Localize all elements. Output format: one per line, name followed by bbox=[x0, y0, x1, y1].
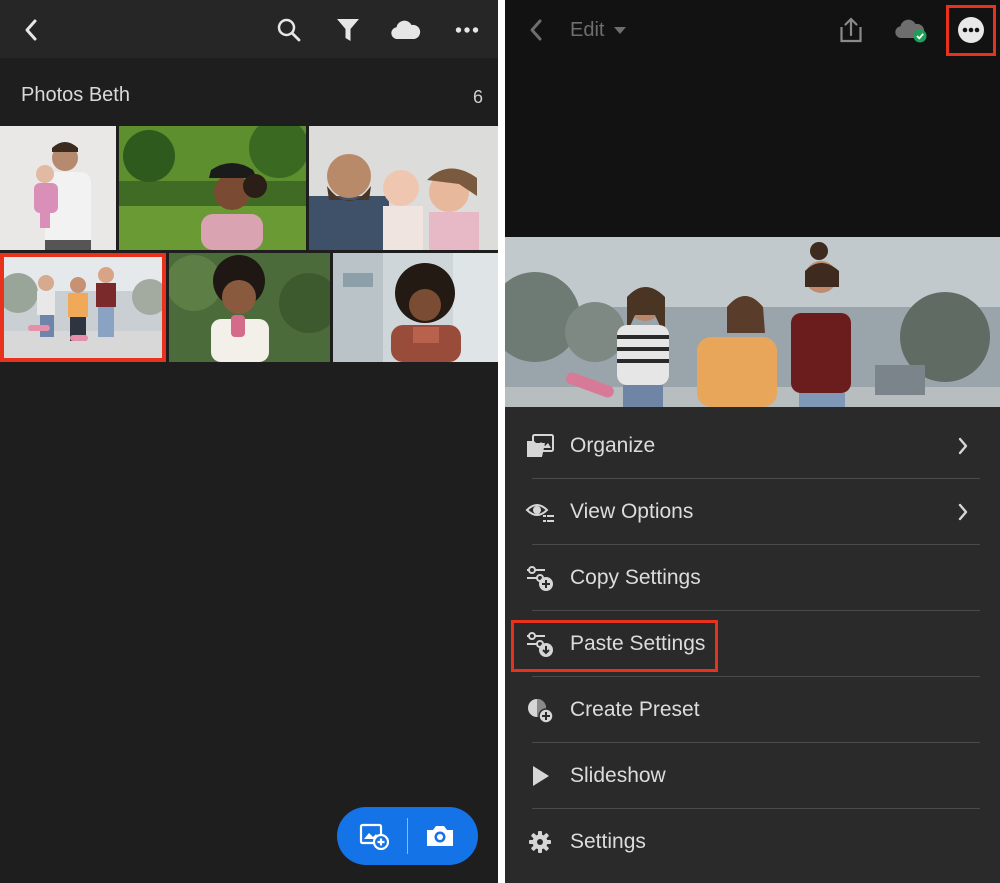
menu-item-create-preset[interactable]: Create Preset bbox=[505, 677, 1000, 743]
left-screen: Photos Beth 6 bbox=[0, 0, 498, 883]
play-icon bbox=[525, 762, 555, 790]
more-options-menu: Organize View Options Copy Settings Past… bbox=[505, 407, 1000, 883]
cloud-synced-icon[interactable] bbox=[893, 17, 929, 45]
gear-icon bbox=[525, 828, 555, 856]
add-photo-icon[interactable] bbox=[359, 822, 389, 850]
photo-thumbnail[interactable] bbox=[0, 126, 116, 250]
chevron-down-icon[interactable] bbox=[614, 27, 626, 34]
top-toolbar bbox=[0, 0, 498, 58]
camera-icon[interactable] bbox=[425, 822, 455, 850]
sliders-plus-icon bbox=[525, 564, 555, 592]
menu-item-label: View Options bbox=[570, 500, 694, 523]
album-count: 6 bbox=[472, 87, 483, 107]
menu-item-slideshow[interactable]: Slideshow bbox=[505, 743, 1000, 809]
cloud-icon[interactable] bbox=[389, 18, 421, 42]
menu-item-settings[interactable]: Settings bbox=[505, 809, 1000, 875]
menu-item-organize[interactable]: Organize bbox=[505, 413, 1000, 479]
photo-thumbnail[interactable] bbox=[309, 126, 498, 250]
back-icon[interactable] bbox=[18, 17, 44, 43]
photo-preview bbox=[505, 237, 1000, 407]
panel-divider bbox=[498, 0, 505, 883]
photo-thumbnail[interactable] bbox=[0, 253, 166, 362]
menu-item-label: Copy Settings bbox=[570, 566, 701, 589]
add-photos-fab bbox=[337, 807, 478, 865]
paste-settings-highlight bbox=[511, 620, 718, 672]
menu-item-copy-settings[interactable]: Copy Settings bbox=[505, 545, 1000, 611]
fab-separator bbox=[407, 818, 408, 854]
eye-list-icon bbox=[525, 498, 555, 526]
menu-item-view-options[interactable]: View Options bbox=[505, 479, 1000, 545]
edit-mode-dropdown[interactable]: Edit bbox=[570, 19, 604, 42]
top-toolbar: Edit bbox=[505, 0, 1000, 62]
album-title: Photos Beth bbox=[21, 84, 130, 106]
filter-icon[interactable] bbox=[334, 16, 362, 44]
chevron-right-icon bbox=[957, 503, 969, 526]
menu-item-label: Slideshow bbox=[570, 764, 666, 787]
more-button-highlight bbox=[946, 5, 996, 56]
menu-item-label: Settings bbox=[570, 830, 646, 853]
right-screen: Edit Organize View Options Copy Settings… bbox=[505, 0, 1000, 883]
photo-thumbnail[interactable] bbox=[333, 253, 498, 362]
back-icon[interactable] bbox=[524, 17, 548, 43]
folder-image-icon bbox=[525, 432, 555, 460]
photo-thumbnail[interactable] bbox=[119, 126, 306, 250]
chevron-right-icon bbox=[957, 437, 969, 460]
photo-thumbnail[interactable] bbox=[169, 253, 330, 362]
search-icon[interactable] bbox=[275, 16, 303, 44]
preset-plus-icon bbox=[525, 696, 555, 724]
menu-item-label: Create Preset bbox=[570, 698, 700, 721]
share-icon[interactable] bbox=[839, 16, 863, 44]
more-icon[interactable] bbox=[453, 20, 481, 40]
menu-item-label: Organize bbox=[570, 434, 656, 457]
